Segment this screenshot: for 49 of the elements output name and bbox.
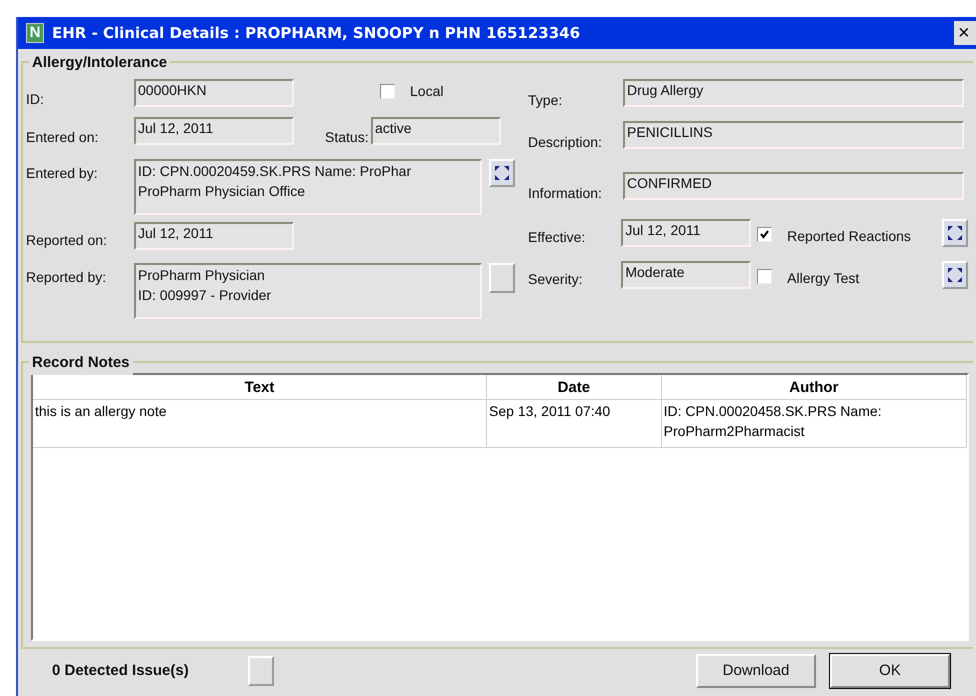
blank-button[interactable] <box>248 656 274 686</box>
window-title: EHR - Clinical Details : PROPHARM, SNOOPY n PHN 165123346 <box>52 22 580 44</box>
field-label: Type: <box>528 91 564 110</box>
table-cell: ID: CPN.00020458.SK.PRS Name: ProPharm2Pharmacist <box>662 400 967 448</box>
ok-button[interactable]: OK <box>830 654 950 688</box>
blank-button[interactable] <box>489 263 515 293</box>
text-field[interactable]: ID: CPN.00020459.SK.PRS Name: ProPhar ProPharm Physician Office <box>134 159 482 215</box>
text-field[interactable]: Jul 12, 2011 <box>621 219 752 247</box>
app-logo: N <box>26 23 44 43</box>
close-button[interactable]: × <box>954 21 976 45</box>
checkmark-icon <box>760 230 770 239</box>
text-field[interactable]: Jul 12, 2011 <box>134 222 294 250</box>
text-field[interactable]: PENICILLINS <box>623 121 964 149</box>
text-field[interactable]: Moderate <box>621 261 752 289</box>
field-label: Status: <box>325 128 370 147</box>
field-label: Reported on: <box>26 231 108 250</box>
detected-issues-label: 0 Detected Issue(s) <box>52 660 190 681</box>
table-cell: Sep 13, 2011 07:40 <box>487 400 662 448</box>
expand-icon <box>947 267 964 283</box>
text-field[interactable]: CONFIRMED <box>623 172 964 200</box>
field-label: ID: <box>26 90 45 109</box>
expand-icon <box>494 165 510 181</box>
column-header[interactable]: Text <box>33 375 488 400</box>
text-field[interactable]: Jul 12, 2011 <box>134 117 294 145</box>
text-field[interactable]: 00000HKN <box>134 79 294 107</box>
text-field[interactable]: ProPharm Physician ID: 009997 - Provider <box>134 263 482 319</box>
checkbox[interactable] <box>757 269 772 284</box>
field-label: Description: <box>528 133 603 152</box>
field-label: Effective: <box>528 228 586 247</box>
expand-button[interactable] <box>942 261 968 289</box>
field-label: Allergy Test <box>787 269 860 288</box>
expand-icon <box>947 225 964 241</box>
field-label: Reported by: <box>26 268 108 287</box>
field-label: Local <box>410 82 444 101</box>
field-label: Reported Reactions <box>787 227 912 246</box>
field-label: Severity: <box>528 270 584 289</box>
checkbox[interactable] <box>757 227 772 242</box>
expand-button[interactable] <box>489 159 515 187</box>
column-header[interactable]: Author <box>662 375 967 400</box>
checkbox[interactable] <box>380 84 395 99</box>
table-cell: this is an allergy note <box>33 400 488 448</box>
field-label: Information: <box>528 184 603 203</box>
field-label: Entered on: <box>26 128 100 147</box>
column-header[interactable]: Date <box>487 375 662 400</box>
text-field[interactable]: Drug Allergy <box>623 79 964 107</box>
text-field[interactable]: active <box>371 117 501 145</box>
field-label: Entered by: <box>26 164 99 183</box>
expand-button[interactable] <box>942 219 968 247</box>
download-button[interactable]: Download <box>696 654 816 688</box>
